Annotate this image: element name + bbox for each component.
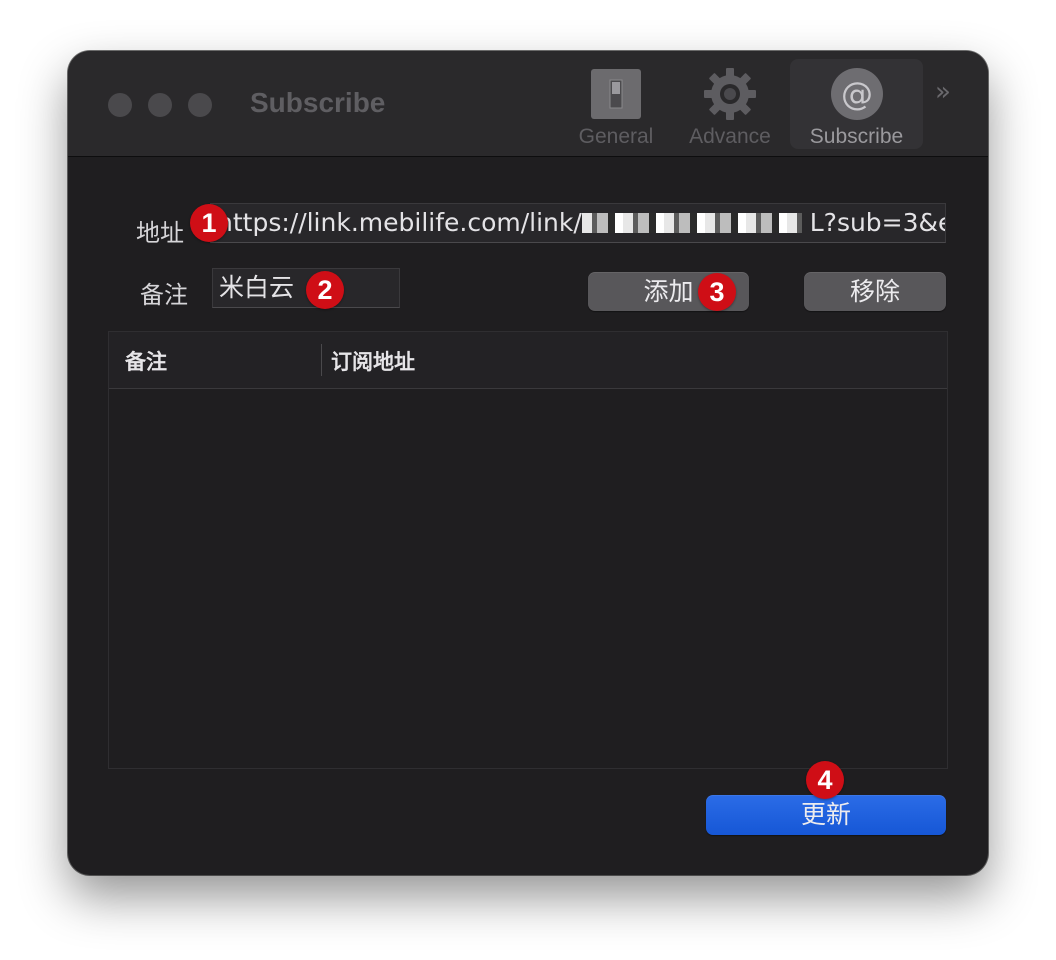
title-bar: Subscribe General Advance @ Subscribe »: [68, 51, 988, 157]
address-input[interactable]: https://link.mebilife.com/link/ L?sub=3&…: [210, 203, 946, 243]
address-label: 地址: [136, 219, 184, 247]
toolbar-tab-label: General: [578, 125, 654, 148]
toggle-switch-icon: [591, 69, 641, 119]
subscription-table[interactable]: 备注 订阅地址: [108, 331, 948, 769]
annotation-badge-1: 1: [190, 204, 228, 242]
annotation-badge-2: 2: [306, 271, 344, 309]
toolbar-tab-label: Advance: [689, 125, 771, 148]
gear-icon: [704, 68, 756, 120]
column-header-subscribe-url[interactable]: 订阅地址: [331, 346, 415, 376]
table-header: 备注 订阅地址: [109, 332, 947, 389]
redacted-region: [581, 213, 802, 233]
address-value-suffix: L?sub=3&e: [801, 208, 946, 237]
toolbar-tab-advance[interactable]: Advance: [680, 59, 780, 149]
column-separator[interactable]: [321, 344, 322, 376]
remove-button[interactable]: 移除: [804, 272, 946, 311]
column-header-note[interactable]: 备注: [125, 346, 167, 376]
address-value-prefix: https://link.mebilife.com/link/: [217, 208, 582, 237]
toolbar-tab-general[interactable]: General: [570, 59, 662, 149]
zoom-window-button[interactable]: [188, 93, 212, 117]
at-sign-glyph: @: [841, 75, 873, 113]
update-button[interactable]: 更新: [706, 795, 946, 835]
close-window-button[interactable]: [108, 93, 132, 117]
toolbar-tab-label: Subscribe: [809, 125, 904, 148]
window-title: Subscribe: [250, 87, 386, 118]
at-sign-icon: @: [830, 68, 883, 120]
minimize-window-button[interactable]: [148, 93, 172, 117]
annotation-badge-4: 4: [806, 761, 844, 799]
toolbar-overflow-icon[interactable]: »: [935, 77, 951, 107]
note-label: 备注: [140, 281, 188, 309]
preferences-window: Subscribe General Advance @ Subscribe » …: [68, 51, 988, 875]
annotation-badge-3: 3: [698, 273, 736, 311]
toolbar-tab-subscribe[interactable]: @ Subscribe: [790, 59, 923, 149]
